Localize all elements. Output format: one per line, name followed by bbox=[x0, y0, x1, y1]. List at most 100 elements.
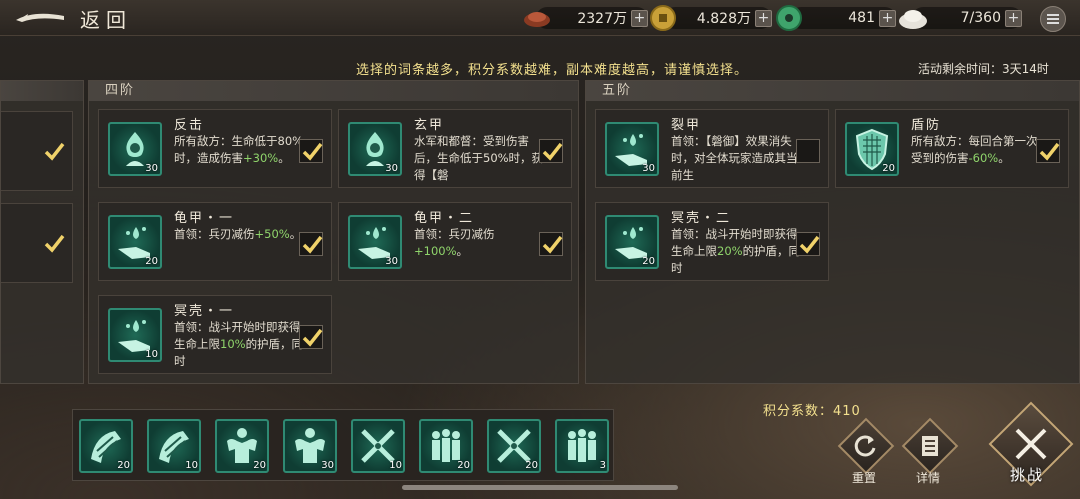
back-button[interactable]: 返回 bbox=[14, 4, 144, 32]
affix-description: 首领：战斗开始时即获得生命上限10%的护盾，同时 bbox=[174, 319, 304, 371]
affix-card[interactable]: 30 玄甲 水军和都督：受到伤害后，生命低于50%时，获得【磐 bbox=[338, 109, 572, 188]
tier5-header: 五阶 bbox=[586, 81, 1079, 101]
affix-desc-text: 首领：【磐御】效果消失时，对全体玩家造成其当前生 bbox=[671, 134, 798, 182]
checkbox[interactable] bbox=[42, 140, 66, 164]
affix-desc-value: 10% bbox=[220, 337, 246, 351]
affix-icon-box: 20 bbox=[605, 215, 659, 269]
slot-points: 20 bbox=[457, 460, 470, 471]
selected-affix-slot[interactable]: 20 bbox=[419, 419, 473, 473]
selected-affix-slot[interactable]: 3 bbox=[555, 419, 609, 473]
slot-points: 20 bbox=[525, 460, 538, 471]
affix-checkbox[interactable] bbox=[299, 232, 323, 256]
add-stamina-button[interactable]: + bbox=[1005, 9, 1022, 27]
checkmark-icon bbox=[542, 142, 563, 161]
menu-button[interactable] bbox=[1040, 6, 1066, 32]
affix-desc-value: -60% bbox=[968, 151, 999, 165]
affix-title: 龟甲・一 bbox=[174, 211, 235, 226]
reset-button[interactable] bbox=[837, 417, 895, 475]
slot-points: 3 bbox=[599, 460, 606, 471]
back-arrow-icon bbox=[16, 13, 64, 22]
affix-card[interactable]: 30 裂甲 首领：【磐御】效果消失时，对全体玩家造成其当前生 bbox=[595, 109, 829, 188]
selected-affix-slot[interactable]: 20 bbox=[487, 419, 541, 473]
add-jade-button[interactable]: + bbox=[879, 9, 896, 27]
detail-label: 详情 bbox=[916, 471, 941, 485]
affix-points: 20 bbox=[145, 256, 158, 267]
affix-card[interactable]: 30 反击 所有敌方：生命低于80%时，造成伤害+30%。 bbox=[98, 109, 332, 188]
affix-checkbox[interactable] bbox=[796, 232, 820, 256]
selected-affix-slot[interactable]: 10 bbox=[351, 419, 405, 473]
affix-card[interactable]: 20 盾防 所有敌方：每回合第一次受到的伤害-60%。 bbox=[835, 109, 1069, 188]
copper-ingot-icon bbox=[524, 12, 550, 27]
affix-icon-box: 20 bbox=[108, 215, 162, 269]
selected-affix-slot[interactable]: 30 bbox=[283, 419, 337, 473]
checkmark-icon bbox=[542, 235, 563, 254]
notice-text: 选择的词条越多，积分系数越难，副本难度越高，请谨慎选择。 bbox=[356, 63, 749, 78]
affix-card[interactable]: 10 冥壳・一 首领：战斗开始时即获得生命上限10%的护盾，同时 bbox=[98, 295, 332, 374]
scroll-icon bbox=[922, 436, 938, 456]
affix-checkbox[interactable] bbox=[539, 232, 563, 256]
affix-icon-box: 30 bbox=[348, 215, 402, 269]
affix-points: 20 bbox=[882, 163, 895, 174]
affix-checkbox[interactable] bbox=[539, 139, 563, 163]
affix-title: 冥壳・一 bbox=[174, 304, 235, 319]
affix-points: 30 bbox=[385, 163, 398, 174]
affix-desc-value: +50% bbox=[254, 227, 290, 241]
tier3-card-partial-1[interactable] bbox=[1, 111, 73, 191]
affix-checkbox[interactable] bbox=[299, 325, 323, 349]
add-gold-button[interactable]: + bbox=[755, 9, 772, 27]
detail-button[interactable] bbox=[901, 417, 959, 475]
reset-label: 重置 bbox=[852, 471, 877, 485]
tier4-panel: 四阶 30 反击 所有敌方：生命低于80%时，造成伤害+30%。 30 玄甲 水军和都督：… bbox=[88, 80, 579, 384]
selected-affix-slot[interactable]: 10 bbox=[147, 419, 201, 473]
affix-desc-suffix: 。 bbox=[278, 151, 290, 165]
affix-title: 玄甲 bbox=[414, 118, 445, 133]
slot-points: 10 bbox=[185, 460, 198, 471]
affix-title: 盾防 bbox=[911, 118, 942, 133]
affix-desc-text: 首领：兵刃减伤 bbox=[414, 227, 495, 241]
affix-title: 冥壳・二 bbox=[671, 211, 732, 226]
affix-icon-box: 30 bbox=[348, 122, 402, 176]
tier3-card-partial-2[interactable] bbox=[1, 203, 73, 283]
affix-title: 龟甲・二 bbox=[414, 211, 475, 226]
slot-points: 30 bbox=[321, 460, 334, 471]
checkmark-icon bbox=[302, 235, 323, 254]
resource-gold: 4.828万 + bbox=[664, 7, 772, 29]
affix-card[interactable]: 20 冥壳・二 首领：战斗开始时即获得生命上限20%的护盾，同时 bbox=[595, 202, 829, 281]
affix-points: 20 bbox=[642, 256, 655, 267]
affix-checkbox[interactable] bbox=[1036, 139, 1060, 163]
affix-checkbox[interactable] bbox=[796, 139, 820, 163]
affix-description: 首领：兵刃减伤+50%。 bbox=[174, 226, 304, 278]
affix-title: 反击 bbox=[174, 118, 205, 133]
tier5-panel: 五阶 30 裂甲 首领：【磐御】效果消失时，对全体玩家造成其当前生 20 盾防 所有敌方：… bbox=[585, 80, 1080, 384]
selected-affix-slot[interactable]: 20 bbox=[215, 419, 269, 473]
tier3-panel-partial bbox=[0, 80, 84, 384]
affix-title: 裂甲 bbox=[671, 118, 702, 133]
checkmark-icon bbox=[44, 142, 65, 161]
checkmark-icon bbox=[302, 328, 323, 347]
resource-jade: 481 + bbox=[790, 7, 896, 29]
reset-icon bbox=[854, 435, 876, 457]
affix-description: 所有敌方：每回合第一次受到的伤害-60%。 bbox=[911, 133, 1041, 185]
affix-points: 30 bbox=[642, 163, 655, 174]
event-timer: 活动剩余时间：3天14时 bbox=[918, 62, 1049, 76]
checkbox[interactable] bbox=[42, 232, 66, 256]
affix-desc-suffix: 。 bbox=[456, 244, 469, 258]
affix-checkbox[interactable] bbox=[299, 139, 323, 163]
steamed-bun-icon bbox=[899, 10, 927, 29]
home-indicator[interactable] bbox=[402, 485, 678, 490]
affix-description: 水军和都督：受到伤害后，生命低于50%时，获得【磐 bbox=[414, 133, 544, 185]
affix-card[interactable]: 20 龟甲・一 首领：兵刃减伤+50%。 bbox=[98, 202, 332, 281]
affix-card[interactable]: 30 龟甲・二 首领：兵刃减伤 +100%。 bbox=[338, 202, 572, 281]
checkmark-icon bbox=[44, 234, 65, 253]
affix-points: 30 bbox=[385, 256, 398, 267]
affix-icon-box: 20 bbox=[845, 122, 899, 176]
score-coefficient: 积分系数：410 bbox=[763, 404, 861, 419]
tier4-header: 四阶 bbox=[89, 81, 578, 101]
resource-copper: 2327万 + bbox=[536, 7, 648, 29]
affix-description: 首领：兵刃减伤 +100%。 bbox=[414, 226, 544, 278]
slot-points: 20 bbox=[117, 460, 130, 471]
affix-desc-value: +100% bbox=[414, 244, 457, 258]
add-copper-button[interactable]: + bbox=[631, 9, 648, 27]
affix-points: 10 bbox=[145, 349, 158, 360]
selected-affix-slot[interactable]: 20 bbox=[79, 419, 133, 473]
